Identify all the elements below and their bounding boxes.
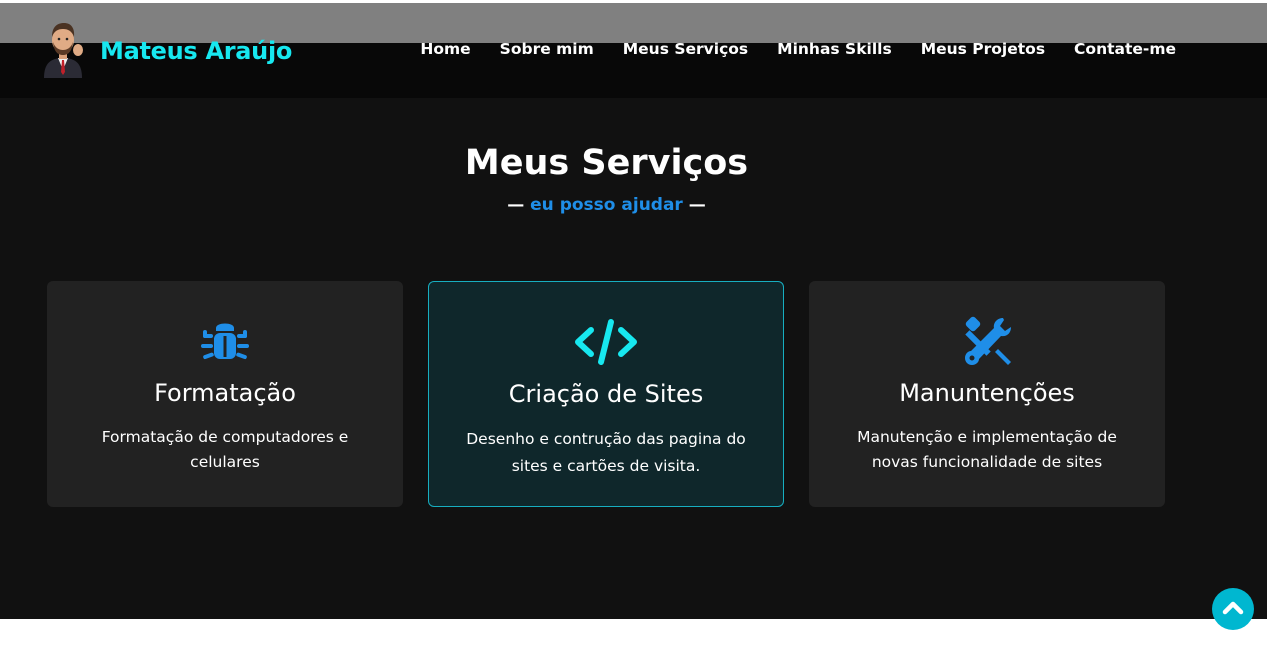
section-title: Meus Serviços <box>464 143 749 183</box>
tools-icon <box>959 314 1015 370</box>
bug-icon <box>197 314 253 370</box>
nav-menu: Home Sobre mim Meus Serviços Minhas Skil… <box>420 40 1176 58</box>
page: Mateus Araújo Home Sobre mim Meus Serviç… <box>0 0 1267 645</box>
subtitle-text: eu posso ajudar <box>530 195 683 215</box>
subtitle-dash-right: — <box>688 195 706 215</box>
nav-minhas-skills[interactable]: Minhas Skills <box>777 40 892 58</box>
service-card-criacao-de-sites[interactable]: Criação de Sites Desenho e contrução das… <box>428 281 784 507</box>
card-description: Formatação de computadores e celulares <box>101 428 349 471</box>
code-icon <box>575 314 637 370</box>
service-card-formatacao[interactable]: Formatação Formatação de computadores e … <box>47 281 403 507</box>
nav-meus-projetos[interactable]: Meus Projetos <box>921 40 1045 58</box>
section-subtitle: — eu posso ajudar — <box>0 195 1213 215</box>
card-description: Desenho e contrução das pagina do sites … <box>466 430 746 475</box>
subtitle-dash-left: — <box>507 195 525 215</box>
card-description: Manutenção e implementação de novas func… <box>857 428 1117 471</box>
scroll-top-button[interactable] <box>1212 588 1254 630</box>
nav-meus-servicos[interactable]: Meus Serviços <box>623 40 748 58</box>
brand-name[interactable]: Mateus Araújo <box>100 37 292 65</box>
chevron-up-icon <box>1222 599 1244 619</box>
nav-home[interactable]: Home <box>420 40 470 58</box>
nav-sobre-mim[interactable]: Sobre mim <box>500 40 594 58</box>
nav-contate-me[interactable]: Contate-me <box>1074 40 1176 58</box>
avatar-icon[interactable] <box>40 20 86 78</box>
card-title: Manuntenções <box>899 379 1075 407</box>
service-card-manutencoes[interactable]: Manuntenções Manutenção e implementação … <box>809 281 1165 507</box>
card-title: Formatação <box>154 379 296 407</box>
card-title: Criação de Sites <box>508 380 704 408</box>
